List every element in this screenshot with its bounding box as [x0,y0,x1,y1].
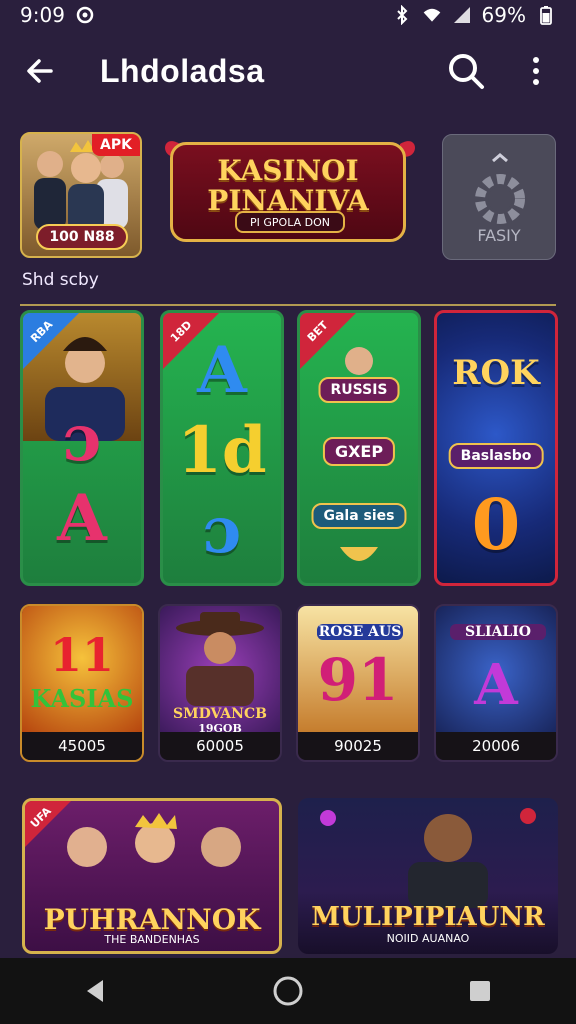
signal-icon [453,7,470,23]
game-price: 60005 [160,732,280,760]
bluetooth-icon [396,5,407,25]
game-price: 90025 [298,732,418,760]
featured-app-card[interactable]: APK 100 N88 [20,132,142,258]
game-card-small-2[interactable]: SMDVANCB 19GOB 60005 [158,604,282,762]
battery-percent: 69% [481,3,526,27]
game-subtitle: 91 [317,646,399,714]
triangle-back-icon [87,980,103,1002]
slot-symbol: 1d [177,413,267,488]
game-pill-label: Baslasbo [448,443,544,469]
banner-subtitle: NOIID AUANAO [386,932,470,945]
search-button[interactable] [446,51,486,91]
slot-symbol: ɔ [62,401,102,476]
game-subtitle: KASIAS [30,684,134,713]
game-pill-label: RUSSIS [318,377,400,403]
game-pill-label: GXEP [322,437,396,466]
status-bar: 9:09 69% [0,0,576,30]
nav-recents-button[interactable] [450,961,510,1021]
page-title: Lhdoladsa [100,52,265,89]
featured-caption: Shd scby [22,270,99,290]
person-illustration-icon [320,808,536,908]
game-card-small-1[interactable]: 11 KASIAS 45005 [20,604,144,762]
easy-card[interactable]: FASIY [442,134,556,260]
game-card-small-3[interactable]: ROSE AUS 91 90025 [296,604,420,762]
wifi-icon [423,8,440,22]
horn-icon [340,547,378,561]
system-nav-bar [0,958,576,1024]
back-button[interactable] [20,51,60,91]
game-card-tall-1[interactable]: RBA ɔ A [20,310,144,586]
arrow-left-icon [27,59,53,83]
banner-subtitle: THE BANDENHAS [104,933,200,946]
nav-back-button[interactable] [66,961,126,1021]
kasino-banner-card[interactable]: KASINOI PINANIVA PI GPOLA DON [160,132,420,258]
banner-title: PUHRANNOK [43,903,261,936]
more-vert-icon [533,57,539,85]
kasino-subtitle: PI GPOLA DON [235,211,345,233]
slot-symbol: ɔ [202,493,242,568]
game-title: ROK [452,353,540,393]
bottom-banner-1[interactable]: UFA PUHRANNOK THE BANDENHAS [22,798,282,954]
game-price: 20006 [436,732,556,760]
game-card-small-4[interactable]: SLIALIO A 20006 [434,604,558,762]
circle-home-icon [273,976,303,1006]
easy-label: FASIY [477,226,521,245]
featured-row: APK 100 N88 Shd scby KASINOI PINANIVA PI… [20,132,556,290]
slot-symbol: A [197,333,247,408]
game-subtitle: A [474,652,518,718]
nav-home-button[interactable] [258,961,318,1021]
banner-title: MULIPIPIAUNR [311,902,545,932]
corner-ribbon-icon [23,313,79,369]
game-price: 45005 [22,732,142,760]
app-bar: Lhdoladsa [0,36,576,106]
game-pill-label: Gala sies [311,503,407,529]
game-title: SLIALIO [450,624,546,640]
overflow-menu-button[interactable] [516,51,556,91]
divider [20,304,556,306]
slot-symbol: 0 [471,483,521,566]
battery-icon [540,6,552,25]
square-recents-icon [470,981,490,1001]
price-pill: 100 N88 [36,224,128,250]
media-icon [76,6,94,24]
bottom-banner-2[interactable]: MULIPIPIAUNR NOIID AUANAO [298,798,558,954]
search-icon [449,54,484,89]
game-card-tall-4[interactable]: ROK Baslasbo 0 [434,310,558,586]
game-card-tall-2[interactable]: 18D A 1d ɔ [160,310,284,586]
kasino-title-line1: KASINOI [217,154,359,187]
status-time: 9:09 [20,3,65,27]
game-card-tall-3[interactable]: BET RUSSIS GXEP Gala sies [297,310,421,586]
kasino-banner: KASINOI PINANIVA PI GPOLA DON [170,142,406,242]
game-title: 11 [49,628,114,682]
person-hat-icon [176,612,264,706]
slot-symbol: A [57,481,107,556]
game-title: SMDVANCB [173,706,267,722]
gear-icon [475,153,525,224]
apk-badge: APK [92,134,140,156]
game-title: ROSE AUS [317,624,403,640]
